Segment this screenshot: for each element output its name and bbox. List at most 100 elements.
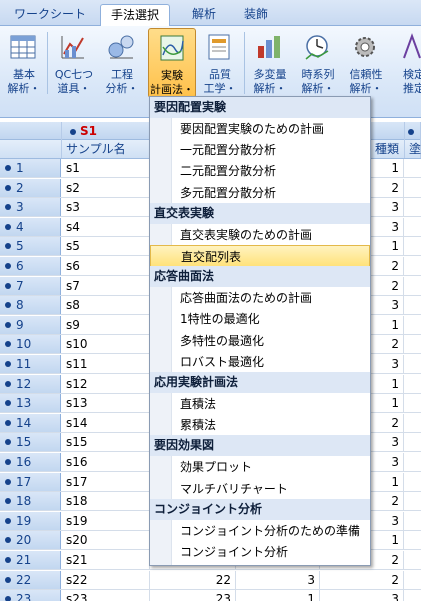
row-number-label: 17 [16, 474, 32, 489]
row-number[interactable]: 20 [0, 531, 61, 550]
row-number[interactable]: 3 [0, 198, 61, 217]
multivariate-button[interactable]: 多変量 解析・ [246, 28, 294, 98]
menu-item[interactable]: マルチバリチャート [150, 478, 370, 500]
tab-decoration[interactable]: 装飾 [234, 4, 278, 26]
sample-name-cell[interactable]: s3 [62, 198, 150, 217]
menu-item[interactable]: 1特性の最適化 [150, 308, 370, 330]
sample-name-cell[interactable]: s2 [62, 178, 150, 197]
sample-name-cell[interactable]: s17 [62, 472, 150, 491]
sample-name-cell[interactable]: s23 [62, 590, 150, 601]
column-marker-label: S1 [80, 124, 97, 138]
menu-section-header: 要因配置実験 [150, 97, 370, 118]
reliability-button[interactable]: 信頼性 解析・ [342, 28, 390, 98]
row-number[interactable]: 9 [0, 315, 61, 334]
sample-name-cell[interactable]: s18 [62, 492, 150, 511]
sample-name-cell[interactable]: s8 [62, 296, 150, 315]
menu-item[interactable]: 多特性の最適化 [150, 330, 370, 352]
doe-label: 実験 計画法・ [150, 69, 194, 96]
time-series-icon [305, 35, 329, 60]
process-analysis-icon [108, 35, 134, 59]
kind-cell[interactable]: 2 [320, 570, 404, 589]
row-number[interactable]: 22 [0, 570, 61, 589]
column-marker-s1[interactable]: S1 [62, 122, 150, 140]
time-series-button[interactable]: 時系列 解析・ [294, 28, 342, 98]
sample-name-cell[interactable]: s12 [62, 374, 150, 393]
menu-item[interactable]: 累積法 [150, 414, 370, 436]
row-number[interactable]: 1 [0, 159, 61, 177]
sample-name-cell[interactable]: s6 [62, 257, 150, 275]
value-cell[interactable]: 22 [150, 570, 236, 589]
menu-item-highlighted[interactable]: 直交配列表 [150, 245, 370, 267]
row-number[interactable]: 23 [0, 590, 61, 601]
sample-name-cell[interactable]: s22 [62, 570, 150, 589]
qc-tools-button[interactable]: QC七つ 道具・ [50, 28, 98, 98]
row-number[interactable]: 17 [0, 472, 61, 491]
tab-analysis[interactable]: 解析 [182, 4, 226, 26]
table-row[interactable]: 22 s22 22 3 2 [0, 570, 421, 590]
sample-name-cell[interactable]: s1 [62, 159, 150, 177]
doe-icon [160, 35, 184, 61]
sample-name-cell[interactable]: s13 [62, 394, 150, 413]
sample-name-cell[interactable]: s9 [62, 315, 150, 334]
row-number[interactable]: 12 [0, 374, 61, 393]
process-analysis-button[interactable]: 工程 分析・ [98, 28, 146, 98]
value-cell[interactable]: 23 [150, 590, 236, 601]
menu-item[interactable]: 効果プロット [150, 456, 370, 478]
row-number[interactable]: 16 [0, 453, 61, 471]
menu-item[interactable]: コンジョイント分析のための準備 [150, 520, 370, 542]
row-number[interactable]: 10 [0, 335, 61, 354]
column-header-sample-name[interactable]: サンプル名 [62, 140, 150, 158]
menu-item[interactable]: 二元配置分散分析 [150, 160, 370, 182]
row-dot-icon [5, 419, 11, 426]
column-header-right[interactable]: 塗 [405, 140, 421, 158]
row-number[interactable]: 13 [0, 394, 61, 413]
qc-tools-icon [61, 36, 84, 59]
doe-button[interactable]: 実験 計画法・ [148, 28, 196, 98]
menu-item[interactable]: 応答曲面法のための計画 [150, 287, 370, 309]
test-estimate-button[interactable]: 検定 推定 [390, 28, 421, 98]
sample-name-cell[interactable]: s20 [62, 531, 150, 550]
row-number[interactable]: 6 [0, 257, 61, 275]
menu-item[interactable]: 多元配置分散分析 [150, 182, 370, 204]
sample-name-cell[interactable]: s5 [62, 237, 150, 256]
table-row[interactable]: 23 s23 23 1 3 [0, 590, 421, 601]
column-dot-icon [408, 129, 414, 135]
row-number[interactable]: 21 [0, 551, 61, 569]
sample-name-cell[interactable]: s16 [62, 453, 150, 471]
row-number[interactable]: 2 [0, 178, 61, 197]
sample-name-cell[interactable]: s14 [62, 413, 150, 432]
sample-name-cell[interactable]: s11 [62, 355, 150, 373]
sample-name-cell[interactable]: s19 [62, 511, 150, 530]
row-number-label: 13 [16, 396, 32, 411]
menu-item[interactable]: 要因配置実験のための計画 [150, 118, 370, 140]
row-number[interactable]: 5 [0, 237, 61, 256]
tab-method-select[interactable]: 手法選択 [100, 4, 171, 27]
quality-engineering-button[interactable]: 品質 工学・ [196, 28, 244, 98]
menu-item[interactable]: コンジョイント分析 [150, 541, 370, 563]
column-marker-right[interactable] [405, 122, 421, 140]
sample-name-cell[interactable]: s4 [62, 217, 150, 236]
row-number[interactable]: 4 [0, 217, 61, 236]
sample-name-cell[interactable]: s15 [62, 433, 150, 452]
menu-item[interactable]: 直積法 [150, 393, 370, 415]
column-dot-icon [70, 128, 76, 135]
row-number[interactable]: 11 [0, 355, 61, 373]
sample-name-cell[interactable]: s10 [62, 335, 150, 354]
menu-item[interactable]: 直交表実験のための計画 [150, 224, 370, 246]
sample-name-cell[interactable]: s21 [62, 551, 150, 569]
value-cell[interactable]: 1 [236, 590, 320, 601]
menu-item[interactable]: 一元配置分散分析 [150, 139, 370, 161]
row-number[interactable]: 7 [0, 276, 61, 295]
row-number[interactable]: 19 [0, 511, 61, 530]
column-header-kind[interactable]: 種類 [371, 140, 405, 158]
row-number[interactable]: 14 [0, 413, 61, 432]
value-cell[interactable]: 3 [236, 570, 320, 589]
kind-cell[interactable]: 3 [320, 590, 404, 601]
menu-item[interactable]: ロバスト最適化 [150, 351, 370, 373]
row-number[interactable]: 8 [0, 296, 61, 315]
row-number[interactable]: 15 [0, 433, 61, 452]
basic-analysis-button[interactable]: 基本 解析・ [0, 28, 48, 98]
sample-name-cell[interactable]: s7 [62, 276, 150, 295]
tab-worksheet[interactable]: ワークシート [4, 4, 96, 26]
row-number[interactable]: 18 [0, 492, 61, 511]
